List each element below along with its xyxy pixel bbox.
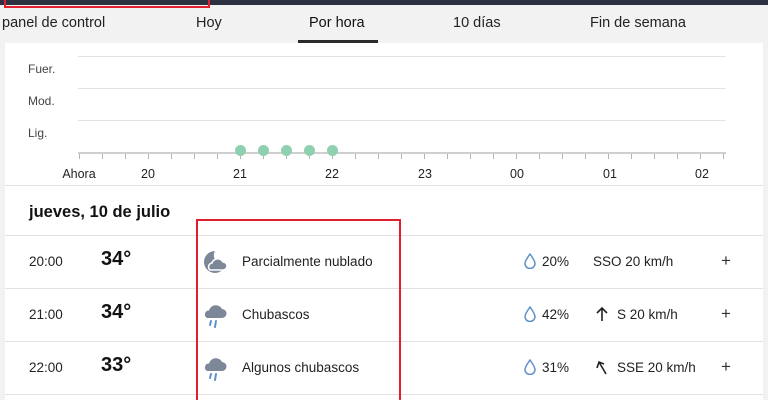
hour-label: 21:00 <box>29 307 63 322</box>
x-tick <box>171 154 172 159</box>
wind-text: SSO 20 km/h <box>593 254 674 269</box>
precipitation-chart: Fuer. Mod. Lig. Ahora 20 21 22 23 00 01 … <box>5 43 763 185</box>
x-tick <box>125 154 126 159</box>
tab-hoy[interactable]: Hoy <box>196 15 222 31</box>
x-tick <box>102 154 103 159</box>
x-tick <box>401 154 402 159</box>
x-tick <box>217 154 218 159</box>
tab-10-dias[interactable]: 10 días <box>453 15 501 31</box>
temperature: 33° <box>101 354 132 376</box>
x-tick <box>493 154 494 159</box>
x-tick <box>516 154 517 159</box>
raindrop-icon <box>524 306 536 322</box>
x-label-22: 22 <box>325 167 339 181</box>
precip-dot <box>234 145 246 156</box>
expand-button[interactable]: + <box>721 357 731 377</box>
x-tick <box>79 154 80 159</box>
wind-text: S 20 km/h <box>617 307 678 322</box>
x-tick <box>631 154 632 159</box>
temperature: 34° <box>101 301 132 323</box>
arrow-up-icon <box>596 306 608 321</box>
tab-panel-de-control[interactable]: panel de control <box>2 15 105 31</box>
arrow-up-left-icon <box>596 360 607 375</box>
precip-dot <box>304 145 316 156</box>
precip-dot <box>280 145 292 156</box>
gridline <box>78 88 726 89</box>
tab-por-hora[interactable]: Por hora <box>309 15 365 31</box>
x-tick <box>447 154 448 159</box>
x-tick <box>470 154 471 159</box>
x-tick <box>148 154 149 159</box>
raindrop-icon <box>524 253 536 269</box>
x-tick <box>723 154 724 159</box>
raindrop-icon <box>524 359 536 375</box>
x-tick <box>608 154 609 159</box>
y-label-moderado: Mod. <box>28 94 55 108</box>
x-label-00: 00 <box>510 167 524 181</box>
precip-probability: 42% <box>542 307 570 322</box>
x-label-23: 23 <box>418 167 432 181</box>
x-tick <box>539 154 540 159</box>
tab-fin-de-semana[interactable]: Fin de semana <box>590 15 686 31</box>
precip-dot <box>257 145 269 156</box>
x-label-ahora: Ahora <box>62 167 96 181</box>
y-label-fuerte: Fuer. <box>28 62 56 76</box>
wind-text: SSE 20 km/h <box>617 360 696 375</box>
x-tick <box>585 154 586 159</box>
x-tick <box>424 154 425 159</box>
gridline <box>78 56 726 57</box>
chart-baseline <box>78 152 726 154</box>
x-tick <box>355 154 356 159</box>
temperature: 34° <box>101 248 132 270</box>
y-label-ligero: Lig. <box>28 126 48 140</box>
x-tick <box>562 154 563 159</box>
precip-probability: 20% <box>542 254 570 269</box>
precip-dot <box>327 145 339 156</box>
date-header: jueves, 10 de julio <box>29 203 171 221</box>
x-tick <box>378 154 379 159</box>
x-label-21: 21 <box>233 167 247 181</box>
gridline <box>78 120 726 121</box>
expand-button[interactable]: + <box>721 251 731 271</box>
x-label-01: 01 <box>603 167 617 181</box>
precip-probability: 31% <box>542 360 570 375</box>
x-tick <box>677 154 678 159</box>
hour-label: 22:00 <box>29 360 63 375</box>
highlight-box-tab <box>4 0 210 8</box>
x-tick <box>194 154 195 159</box>
expand-button[interactable]: + <box>721 304 731 324</box>
highlight-box-conditions <box>196 219 401 400</box>
x-label-02: 02 <box>695 167 709 181</box>
x-label-20: 20 <box>141 167 155 181</box>
x-tick <box>654 154 655 159</box>
divider <box>5 185 763 186</box>
x-tick <box>700 154 701 159</box>
hour-label: 20:00 <box>29 254 63 269</box>
forecast-tabs: panel de control Hoy Por hora 10 días Fi… <box>0 5 768 43</box>
